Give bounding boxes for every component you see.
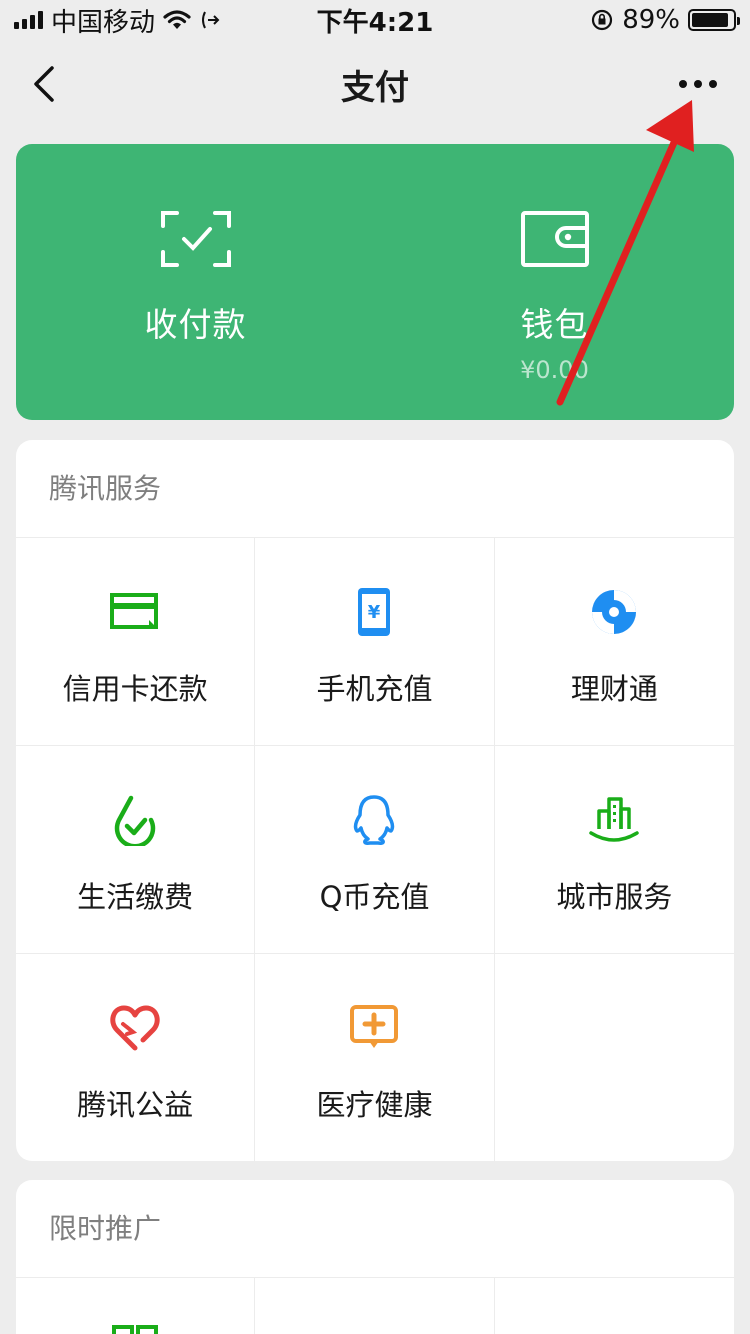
service-credit-card[interactable]: 信用卡还款 [16, 538, 256, 746]
chevron-left-icon [34, 66, 54, 102]
service-medical[interactable]: 医疗健康 [255, 954, 495, 1161]
section-title: 限时推广 [16, 1180, 734, 1278]
service-label: 手机充值 [316, 672, 433, 706]
service-wealth[interactable]: 理财通 [494, 538, 734, 746]
page-title: 支付 [341, 67, 409, 108]
credit-card-icon [107, 584, 163, 640]
city-service-icon [586, 792, 642, 848]
promotions-section: 限时推广 [16, 1180, 734, 1334]
promo-item[interactable] [16, 1278, 256, 1334]
svg-text:¥: ¥ [368, 602, 381, 623]
service-label: 腾讯公益 [77, 1088, 194, 1122]
promo-item[interactable] [495, 1278, 734, 1334]
service-utility[interactable]: 生活缴费 [16, 746, 256, 954]
more-dots-icon [679, 80, 687, 88]
promotions-grid [16, 1278, 734, 1334]
service-charity[interactable]: 腾讯公益 [16, 954, 256, 1161]
battery-icon [688, 9, 740, 31]
service-phone-topup[interactable]: ¥ 手机充值 [255, 538, 495, 746]
service-label: 生活缴费 [77, 880, 194, 914]
wealth-icon [586, 584, 642, 640]
service-label: 信用卡还款 [62, 672, 208, 706]
carrier-label: 中国移动 [51, 7, 156, 38]
medical-icon [346, 1000, 402, 1056]
service-label: 城市服务 [556, 880, 673, 914]
receive-payment-label: 收付款 [144, 305, 247, 344]
back-button[interactable] [24, 60, 68, 108]
orientation-lock-icon [592, 9, 613, 31]
grid-app-icon [112, 1325, 159, 1334]
wallet-button[interactable]: 钱包 ¥0.00 [375, 144, 734, 420]
more-button[interactable] [670, 64, 726, 104]
qq-coin-icon [346, 792, 402, 848]
service-label: 医疗健康 [316, 1088, 433, 1122]
tencent-services-section: 腾讯服务 信用卡还款 ¥ 手机充值 理财通 生活缴费 Q币充值 城市服务 腾讯公… [16, 440, 734, 1161]
receive-payment-button[interactable]: 收付款 [16, 144, 375, 420]
utility-bill-icon [107, 792, 163, 848]
service-label: 理财通 [570, 672, 658, 706]
status-bar: 中国移动 下午4:21 89% [0, 0, 750, 40]
status-left: 中国移动 [14, 2, 221, 39]
section-title: 腾讯服务 [16, 440, 734, 538]
wallet-label: 钱包 [520, 305, 589, 344]
service-city[interactable]: 城市服务 [494, 746, 734, 954]
wifi-icon [163, 10, 191, 29]
promo-item[interactable] [255, 1278, 495, 1334]
nav-bar: 支付 [0, 40, 750, 128]
signal-icon [14, 11, 43, 29]
status-right: 89% [590, 5, 740, 35]
empty-cell [495, 954, 734, 1161]
battery-level [692, 13, 728, 27]
pay-card: 收付款 钱包 ¥0.00 [16, 144, 734, 420]
services-grid: 信用卡还款 ¥ 手机充值 理财通 生活缴费 Q币充值 城市服务 腾讯公益 医疗健… [16, 538, 734, 1161]
battery-percent: 89% [622, 5, 680, 35]
service-qq-coin[interactable]: Q币充值 [255, 746, 495, 954]
phone-topup-icon: ¥ [346, 584, 402, 640]
scan-check-icon [160, 211, 231, 267]
wallet-balance: ¥0.00 [520, 356, 589, 384]
wallet-icon [520, 211, 589, 267]
sync-arrow-icon [202, 11, 220, 29]
charity-icon [107, 1000, 163, 1056]
service-label: Q币充值 [319, 880, 430, 914]
